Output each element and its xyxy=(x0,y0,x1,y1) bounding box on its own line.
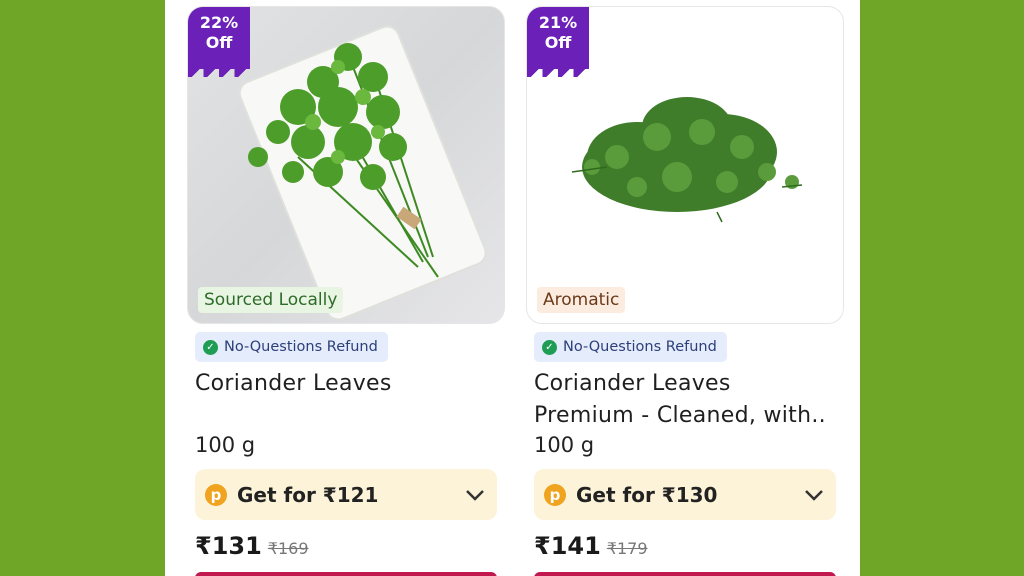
selling-price: ₹131 xyxy=(195,532,262,560)
offer-dropdown[interactable]: p Get for ₹121 xyxy=(195,469,497,520)
add-to-cart-button[interactable] xyxy=(534,572,836,576)
discount-percent: 21% xyxy=(538,13,578,32)
discount-badge: 21% Off xyxy=(527,7,589,77)
refund-label: No-Questions Refund xyxy=(224,339,378,355)
product-weight: 100 g xyxy=(534,433,595,457)
coin-p-icon: p xyxy=(205,483,227,506)
refund-badge: ✓ No-Questions Refund xyxy=(195,332,388,362)
check-circle-icon: ✓ xyxy=(203,339,218,355)
product-grid: 22% Off Sourced Locally ✓ No-Questions R… xyxy=(165,0,860,576)
discount-off-label: Off xyxy=(205,33,233,52)
product-title[interactable]: Coriander Leaves xyxy=(195,368,495,400)
product-tag: Sourced Locally xyxy=(198,287,344,313)
product-weight: 100 g xyxy=(195,433,256,457)
product-image[interactable]: 22% Off Sourced Locally xyxy=(187,6,505,324)
offer-label: Get for ₹121 xyxy=(237,482,379,507)
product-tag: Aromatic xyxy=(537,287,626,313)
price-row: ₹131 ₹169 xyxy=(195,532,309,560)
selling-price: ₹141 xyxy=(534,532,601,560)
mrp-price: ₹169 xyxy=(267,539,309,558)
add-to-cart-button[interactable] xyxy=(195,572,497,576)
chevron-down-icon[interactable] xyxy=(465,489,485,501)
refund-label: No-Questions Refund xyxy=(563,339,717,355)
discount-off-label: Off xyxy=(544,33,572,52)
discount-badge: 22% Off xyxy=(188,7,250,77)
price-row: ₹141 ₹179 xyxy=(534,532,648,560)
coin-p-icon: p xyxy=(544,483,566,506)
product-title[interactable]: Coriander Leaves Premium - Cleaned, with… xyxy=(534,368,834,432)
mrp-price: ₹179 xyxy=(606,539,648,558)
discount-percent: 22% xyxy=(199,13,239,32)
product-card[interactable]: 22% Off Sourced Locally ✓ No-Questions R… xyxy=(187,0,505,576)
product-image[interactable]: 21% Off Aromatic xyxy=(526,6,844,324)
refund-badge: ✓ No-Questions Refund xyxy=(534,332,727,362)
offer-label: Get for ₹130 xyxy=(576,482,718,507)
check-circle-icon: ✓ xyxy=(542,339,557,355)
product-card[interactable]: 21% Off Aromatic ✓ No-Questions Refund C… xyxy=(526,0,844,576)
offer-dropdown[interactable]: p Get for ₹130 xyxy=(534,469,836,520)
chevron-down-icon[interactable] xyxy=(804,489,824,501)
